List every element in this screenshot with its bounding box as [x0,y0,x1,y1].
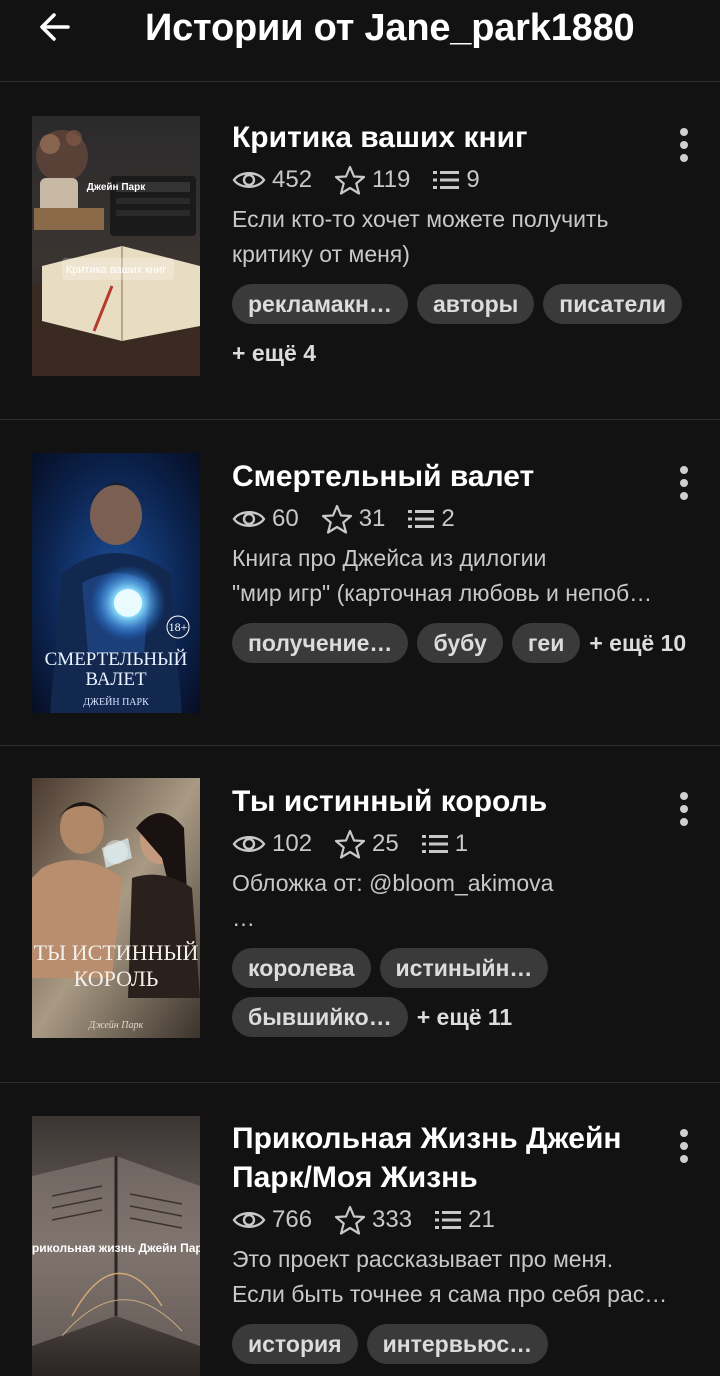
cover-author-text: Джейн Парк [88,1020,144,1031]
cover-title-text: Критика ваших книг [66,264,167,276]
story-title[interactable]: Ты истинный король [232,782,674,821]
tag-list: получение… бубу геи + ещё 10 [232,623,702,672]
tag-chip[interactable]: интервьюс… [366,1324,549,1364]
votes-count: 333 [372,1206,413,1233]
cover-title-text: Прикольная жизнь Джейн Парк [32,1241,200,1255]
more-options-icon[interactable] [674,1129,694,1165]
story-description-line: "мир игр" (карточная любовь и непоб… [232,580,653,606]
cover-title-text: СМЕРТЕЛЬНЫЙ [45,649,188,670]
tag-list: рекламакн… авторы писатели + ещё 4 [232,284,702,382]
views-count: 766 [272,1206,313,1233]
eye-icon [232,836,266,852]
star-icon [334,165,366,195]
story-title[interactable]: Прикольная Жизнь Джейн Парк/Моя Жизнь [232,1119,674,1197]
more-options-icon[interactable] [674,128,694,164]
tag-chip[interactable]: бубу [417,623,503,663]
story-title[interactable]: Критика ваших книг [232,118,674,157]
views-stat: 102 [232,830,312,858]
story-item-2[interactable]: 18+ СМЕРТЕЛЬНЫЙ ВАЛЕТ ДЖЕЙН ПАРК Смертел… [0,420,720,746]
votes-count: 119 [372,166,411,193]
list-icon [435,1211,462,1229]
parts-stat: 2 [407,505,455,533]
parts-stat: 9 [432,166,480,194]
story-description-line: Обложка от: @bloom_akimova [232,870,554,896]
list-icon [408,510,435,528]
tag-list: королева истиныйн… бывшийко… + ещё 11 [232,948,572,1046]
tag-chip[interactable]: история [232,1324,358,1364]
eye-icon [232,172,266,188]
eye-icon [232,1212,266,1228]
parts-stat: 21 [434,1206,495,1234]
story-cover-image[interactable]: 18+ СМЕРТЕЛЬНЫЙ ВАЛЕТ ДЖЕЙН ПАРК [32,453,200,713]
votes-count: 31 [358,505,386,532]
votes-count: 25 [372,830,399,857]
parts-count: 2 [441,505,455,532]
tag-chip[interactable]: получение… [232,623,409,663]
list-icon [433,171,460,189]
views-stat: 452 [232,166,312,194]
story-cover-image[interactable]: Джейн Парк Критика ваших книг [32,116,200,376]
views-count: 102 [272,830,313,857]
cover-author-text: Джейн Парк [87,182,146,193]
story-cover-image[interactable]: ТЫ ИСТИННЫЙ КОРОЛЬ Джейн Парк [32,778,200,1038]
story-description-line: Это проект рассказывает про меня. [232,1246,614,1272]
tag-chip[interactable]: писатели [543,284,682,324]
star-icon [334,829,366,859]
cover-title-text: ТЫ ИСТИННЫЙ [34,940,199,965]
votes-stat: 31 [321,504,386,534]
story-cover-image[interactable]: Прикольная жизнь Джейн Парк [32,1116,200,1376]
story-stats: 102 25 1 [232,826,674,862]
story-stats: 60 31 2 [232,501,674,537]
parts-count: 9 [466,166,480,193]
votes-stat: 333 [334,1205,412,1235]
top-app-bar: Истории от Jane_park1880 [0,0,720,82]
votes-stat: 119 [334,165,410,195]
more-options-icon[interactable] [674,792,694,828]
story-description-line: Если быть точнее я сама про себя рас… [232,1281,668,1307]
cover-title-text: КОРОЛЬ [74,966,159,991]
star-icon [334,1205,366,1235]
story-stats: 766 333 21 [232,1202,674,1238]
tag-chip[interactable]: авторы [416,284,535,324]
parts-count: 21 [468,1206,495,1233]
star-icon [321,504,352,534]
views-stat: 766 [232,1206,312,1234]
tag-chip[interactable]: истиныйн… [379,948,549,988]
story-description-line: Если кто-то хочет можете получить [232,206,609,232]
cover-rating-text: 18+ [169,620,188,634]
page-title: Истории от Jane_park1880 [145,7,635,49]
parts-stat: 1 [421,830,468,858]
tag-chip[interactable]: бывшийко… [232,997,408,1037]
views-count: 60 [272,505,299,532]
more-tags-link[interactable]: + ещё 11 [417,997,513,1037]
story-item-3[interactable]: ТЫ ИСТИННЫЙ КОРОЛЬ Джейн Парк Ты истинны… [0,746,720,1083]
back-arrow-icon[interactable] [34,8,78,48]
story-stats: 452 119 9 [232,162,674,198]
tag-chip[interactable]: королева [232,948,371,988]
views-count: 452 [272,166,313,193]
more-tags-link[interactable]: + ещё 10 [589,623,686,663]
story-item-4[interactable]: Прикольная жизнь Джейн Парк Прикольная Ж… [0,1083,720,1376]
cover-author-text: ДЖЕЙН ПАРК [83,696,149,708]
more-tags-link[interactable]: + ещё 4 [232,333,316,373]
story-description-line: критику от меня) [232,241,410,267]
story-title[interactable]: Смертельный валет [232,457,674,496]
tag-list: история интервьюс… [232,1324,702,1373]
tag-chip[interactable]: рекламакн… [232,284,408,324]
eye-icon [232,511,266,527]
more-options-icon[interactable] [674,466,694,502]
list-icon [421,835,448,853]
parts-count: 1 [454,830,469,857]
cover-title-text: ВАЛЕТ [85,669,147,690]
votes-stat: 25 [334,829,399,859]
story-description-line: Книга про Джейса из дилогии [232,545,547,571]
views-stat: 60 [232,505,299,533]
story-item-1[interactable]: Джейн Парк Критика ваших книг Критика ва… [0,82,720,420]
tag-chip[interactable]: геи [511,623,581,663]
story-description-line: … [232,905,255,931]
